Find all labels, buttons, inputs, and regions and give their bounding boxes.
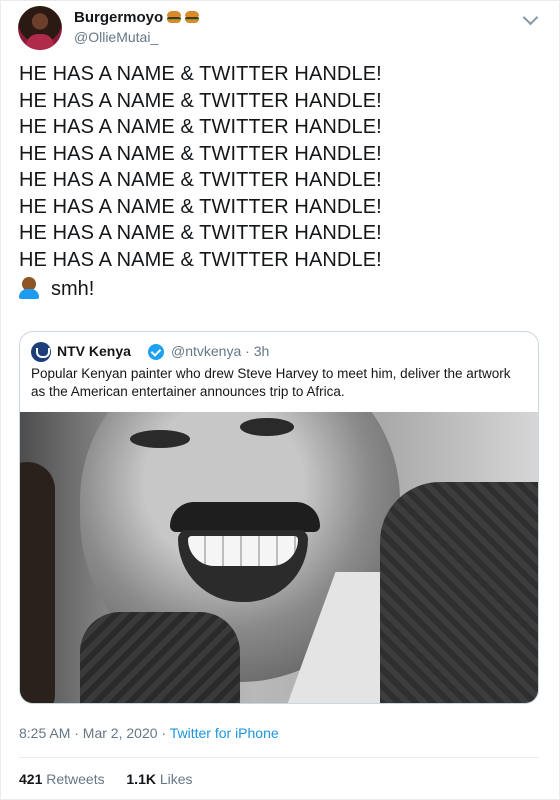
tweet-line: HE HAS A NAME & TWITTER HANDLE!: [19, 89, 382, 112]
portrait-eye-right: [240, 418, 294, 436]
portrait-jacket-left: [80, 612, 240, 703]
retweets-label: Retweets: [46, 771, 105, 787]
tweet-line: HE HAS A NAME & TWITTER HANDLE!: [19, 195, 382, 218]
person-facepalming-icon: [19, 277, 41, 299]
tweet-line: HE HAS A NAME & TWITTER HANDLE!: [19, 248, 382, 271]
tweet-stats: 421 Retweets 1.1K Likes: [19, 771, 193, 787]
tweet-last-line: smh!: [19, 275, 539, 303]
likes-label: Likes: [159, 771, 193, 787]
tweet-line: HE HAS A NAME & TWITTER HANDLE!: [19, 142, 382, 165]
quoted-display-name[interactable]: NTV Kenya: [57, 343, 131, 359]
portrait-eye-left: [130, 430, 190, 448]
chevron-down-icon[interactable]: [522, 9, 539, 26]
portrait-teeth: [188, 536, 298, 566]
hamburger-icon: [167, 11, 182, 23]
quoted-handle-time: @ntvkenya · 3h: [171, 343, 270, 359]
divider: [19, 757, 539, 758]
hamburger-icon: [185, 11, 200, 23]
author-handle[interactable]: @OllieMutai_: [74, 28, 199, 46]
display-name-text[interactable]: Burgermoyo: [74, 9, 163, 26]
tweet-line: HE HAS A NAME & TWITTER HANDLE!: [19, 169, 382, 191]
tweet-line: HE HAS A NAME & TWITTER HANDLE!: [19, 222, 382, 244]
tweet-header: Burgermoyo @OllieMutai_: [18, 6, 540, 50]
likes-stat[interactable]: 1.1K Likes: [126, 771, 192, 787]
verified-badge-icon: [148, 344, 164, 360]
display-name[interactable]: Burgermoyo: [74, 8, 200, 28]
likes-count: 1.1K: [126, 771, 156, 787]
retweets-count: 421: [19, 771, 43, 787]
portrait-mustache: [170, 502, 320, 532]
tweet-source-link[interactable]: Twitter for iPhone: [170, 725, 279, 741]
tweet-line: HE HAS A NAME & TWITTER HANDLE!: [19, 63, 382, 85]
avatar[interactable]: [18, 6, 62, 50]
author-names: Burgermoyo @OllieMutai_: [74, 8, 200, 46]
tweet-text: HE HAS A NAME & TWITTER HANDLE! HE HAS A…: [19, 61, 539, 303]
tweet-timestamp[interactable]: 8:25 AM · Mar 2, 2020 ·: [19, 725, 170, 741]
quoted-tweet[interactable]: NTV Kenya @ntvkenya · 3h Popular Kenyan …: [19, 331, 539, 704]
tweet-line: HE HAS A NAME & TWITTER HANDLE!: [19, 116, 382, 138]
ntv-logo-icon[interactable]: [31, 342, 51, 362]
quoted-tweet-image[interactable]: [20, 412, 538, 703]
smh-text: smh!: [51, 278, 95, 300]
retweets-stat[interactable]: 421 Retweets: [19, 771, 105, 787]
portrait-jacket-right: [380, 482, 538, 703]
image-shadow-figure: [20, 462, 55, 703]
quoted-tweet-text: Popular Kenyan painter who drew Steve Ha…: [31, 366, 511, 399]
avatar-shirt: [26, 34, 54, 50]
tweet-meta: 8:25 AM · Mar 2, 2020 · Twitter for iPho…: [19, 725, 279, 741]
